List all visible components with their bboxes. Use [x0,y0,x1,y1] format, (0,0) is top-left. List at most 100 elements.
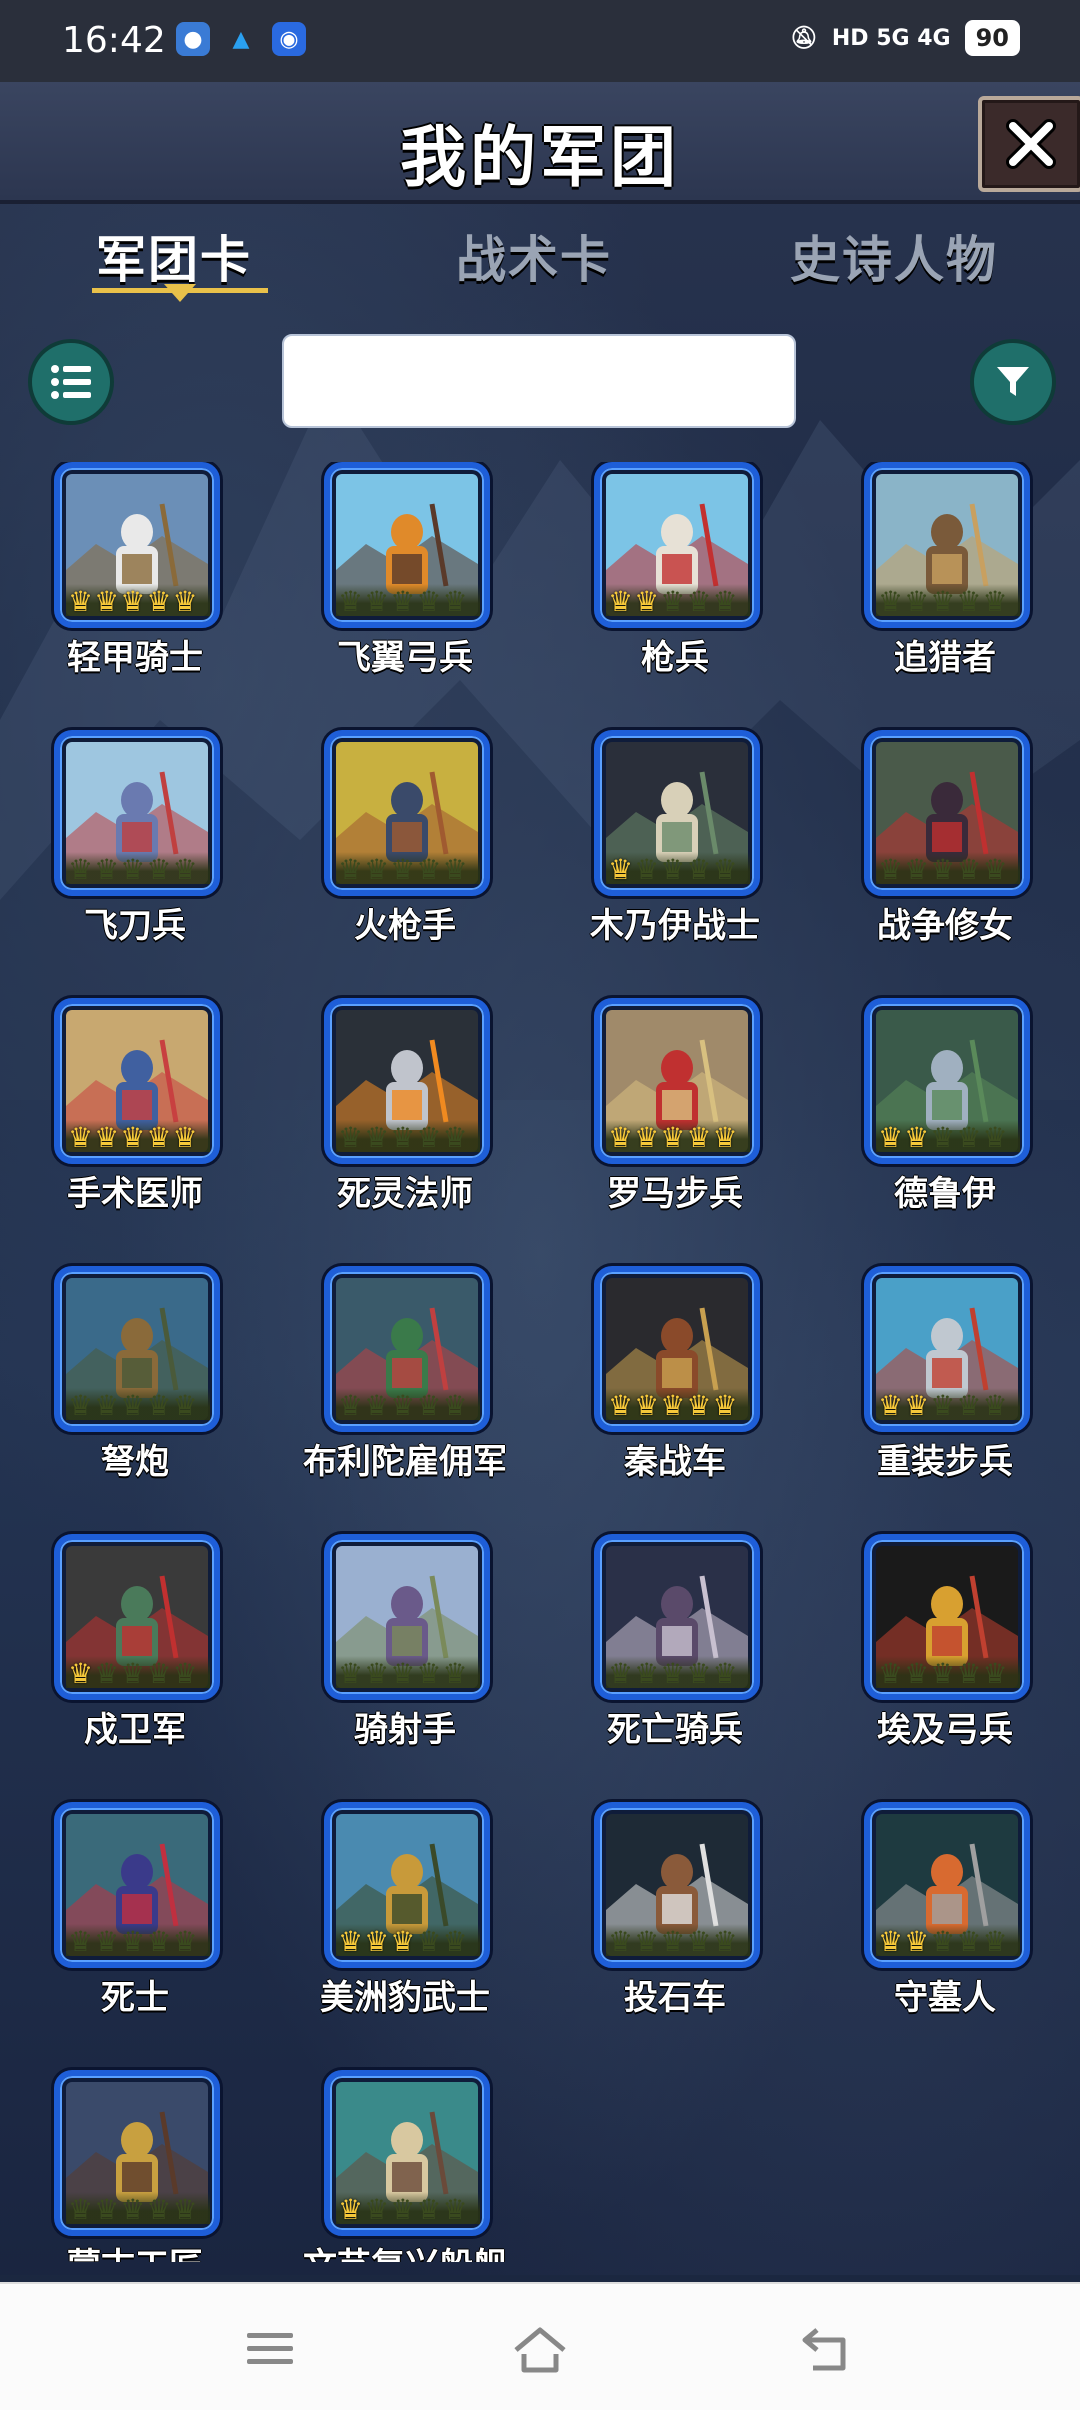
star-rating: ♛ ♛ ♛ ♛ ♛ [336,584,480,616]
crown-icon: ♛ [390,2193,416,2226]
unit-card[interactable]: ♛ ♛ ♛ ♛ ♛ 罗马步兵 [540,998,810,1266]
crown-icon: ♛ [120,585,146,618]
crown-icon: ♛ [956,1657,982,1690]
crown-icon: ♛ [416,1925,442,1958]
crown-icon: ♛ [712,1657,738,1690]
crown-icon: ♛ [956,853,982,886]
star-rating: ♛ ♛ ♛ ♛ ♛ [876,1924,1020,1956]
crown-icon: ♛ [712,1121,738,1154]
tab-legion-cards[interactable]: 军团卡 [96,220,252,292]
unit-card-frame: ♛ ♛ ♛ ♛ ♛ [864,730,1030,896]
unit-card[interactable]: ♛ ♛ ♛ ♛ ♛ 埃及弓兵 [810,1534,1080,1802]
unit-card[interactable]: ♛ ♛ ♛ ♛ ♛ 美洲豹武士 [270,1802,540,2070]
unit-card[interactable]: ♛ ♛ ♛ ♛ ♛ 轻甲骑士 [0,462,270,730]
search-input[interactable] [282,334,796,428]
unit-card[interactable]: ♛ ♛ ♛ ♛ ♛ 死士 [0,1802,270,2070]
crown-icon: ♛ [660,1121,686,1154]
crown-icon: ♛ [442,1121,468,1154]
unit-card[interactable]: ♛ ♛ ♛ ♛ ♛ 木乃伊战士 [540,730,810,998]
unit-name: 火枪手 [354,906,456,946]
home-nav-button[interactable] [500,2314,580,2384]
crown-icon: ♛ [68,1925,94,1958]
system-nav-bar [0,2282,1080,2410]
list-view-button[interactable] [28,339,114,425]
close-button[interactable] [978,96,1080,192]
status-time: 16:42 [62,20,166,61]
crown-icon: ♛ [416,585,442,618]
unit-card[interactable]: ♛ ♛ ♛ ♛ ♛ 飞翼弓兵 [270,462,540,730]
unit-card[interactable]: ♛ ♛ ♛ ♛ ♛ 守墓人 [810,1802,1080,2070]
crown-icon: ♛ [416,1389,442,1422]
crown-icon: ♛ [608,585,634,618]
crown-icon: ♛ [686,585,712,618]
unit-card[interactable]: ♛ ♛ ♛ ♛ ♛ 火枪手 [270,730,540,998]
unit-card[interactable]: ♛ ♛ ♛ ♛ ♛ 飞刀兵 [0,730,270,998]
unit-name: 战争修女 [877,906,1013,946]
tab-epic-heroes[interactable]: 史诗人物 [790,220,998,292]
crown-icon: ♛ [634,585,660,618]
star-rating: ♛ ♛ ♛ ♛ ♛ [336,1120,480,1152]
crown-icon: ♛ [120,1657,146,1690]
star-rating: ♛ ♛ ♛ ♛ ♛ [66,1388,210,1420]
filter-button[interactable] [970,339,1056,425]
crown-icon: ♛ [172,853,198,886]
unit-name: 布利陀雇佣军 [303,1442,507,1482]
crown-icon: ♛ [930,1121,956,1154]
star-rating: ♛ ♛ ♛ ♛ ♛ [606,584,750,616]
crown-icon: ♛ [442,1389,468,1422]
unit-card[interactable]: ♛ ♛ ♛ ♛ ♛ 秦战车 [540,1266,810,1534]
close-icon [1006,119,1056,169]
unit-card[interactable]: ♛ ♛ ♛ ♛ ♛ 骑射手 [270,1534,540,1802]
unit-card[interactable]: ♛♛♛♛♛文艺复兴船舰 [270,2070,540,2262]
crown-icon: ♛ [904,853,930,886]
crown-icon: ♛ [660,1925,686,1958]
crown-icon: ♛ [930,1389,956,1422]
crown-icon: ♛ [68,1657,94,1690]
unit-card[interactable]: ♛ ♛ ♛ ♛ ♛ 德鲁伊 [810,998,1080,1266]
unit-name: 飞翼弓兵 [337,638,473,678]
unit-card[interactable]: ♛ ♛ ♛ ♛ ♛ 弩炮 [0,1266,270,1534]
unit-card[interactable]: ♛ ♛ ♛ ♛ ♛ 布利陀雇佣军 [270,1266,540,1534]
unit-card[interactable]: ♛ ♛ ♛ ♛ ♛ 枪兵 [540,462,810,730]
unit-card-frame: ♛ ♛ ♛ ♛ ♛ [324,730,490,896]
unit-card[interactable]: ♛♛♛♛♛蒙古工匠 [0,2070,270,2262]
tab-tactic-cards[interactable]: 战术卡 [456,220,612,292]
star-rating: ♛ ♛ ♛ ♛ ♛ [606,1388,750,1420]
menu-nav-button[interactable] [230,2314,310,2384]
crown-icon: ♛ [338,1389,364,1422]
crown-icon: ♛ [172,1121,198,1154]
crown-icon: ♛ [338,1121,364,1154]
crown-icon: ♛ [442,585,468,618]
crown-icon: ♛ [390,853,416,886]
unit-card[interactable]: ♛ ♛ ♛ ♛ ♛ 追猎者 [810,462,1080,730]
unit-card[interactable]: ♛ ♛ ♛ ♛ ♛ 戍卫军 [0,1534,270,1802]
crown-icon: ♛ [390,1925,416,1958]
back-nav-button[interactable] [786,2314,866,2384]
crown-icon: ♛ [904,1121,930,1154]
crown-icon: ♛ [416,2193,442,2226]
unit-card[interactable]: ♛ ♛ ♛ ♛ ♛ 重装步兵 [810,1266,1080,1534]
crown-icon: ♛ [660,1657,686,1690]
unit-name: 投石车 [624,1978,726,2018]
crown-icon: ♛ [686,1389,712,1422]
crown-icon: ♛ [338,585,364,618]
star-rating: ♛ ♛ ♛ ♛ ♛ [336,852,480,884]
crown-icon: ♛ [442,853,468,886]
tab-bar: 军团卡 战术卡 史诗人物 [0,210,1080,320]
unit-card[interactable]: ♛ ♛ ♛ ♛ ♛ 战争修女 [810,730,1080,998]
crown-icon: ♛ [120,1925,146,1958]
unit-card-frame: ♛ ♛ ♛ ♛ ♛ [594,1802,760,1968]
unit-card[interactable]: ♛ ♛ ♛ ♛ ♛ 投石车 [540,1802,810,2070]
crown-icon: ♛ [146,1657,172,1690]
crown-icon: ♛ [634,1657,660,1690]
unit-card[interactable]: ♛ ♛ ♛ ♛ ♛ 手术医师 [0,998,270,1266]
unit-card-frame: ♛ ♛ ♛ ♛ ♛ [864,1802,1030,1968]
unit-card-frame: ♛ ♛ ♛ ♛ ♛ [324,1266,490,1432]
unit-name: 弩炮 [101,1442,169,1482]
unit-name: 轻甲骑士 [67,638,203,678]
penguin-app-icon: ▲ [232,26,250,52]
crown-icon: ♛ [956,1925,982,1958]
unit-card[interactable]: ♛ ♛ ♛ ♛ ♛ 死灵法师 [270,998,540,1266]
unit-card[interactable]: ♛ ♛ ♛ ♛ ♛ 死亡骑兵 [540,1534,810,1802]
unit-name: 罗马步兵 [607,1174,743,1214]
